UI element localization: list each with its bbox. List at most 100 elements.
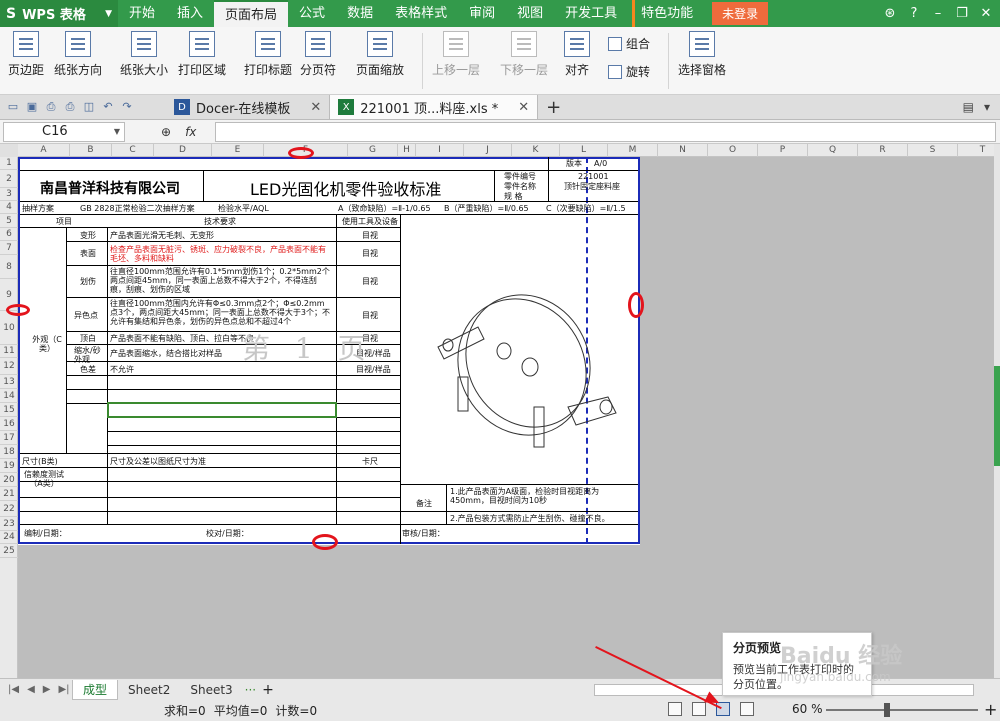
column-header[interactable]: D <box>154 144 212 157</box>
sheet-tab-sheet2[interactable]: Sheet2 <box>118 680 180 700</box>
send-backward-button[interactable]: 下移一层 <box>500 31 548 78</box>
column-header[interactable]: M <box>608 144 658 157</box>
margins-button[interactable]: 页边距 <box>8 31 44 78</box>
row-header[interactable]: 14 <box>0 389 18 403</box>
page-layout-view-icon[interactable] <box>692 702 706 716</box>
column-header[interactable]: B <box>70 144 112 157</box>
name-box[interactable]: C16 ▼ <box>3 121 125 142</box>
row-header[interactable]: 6 <box>0 228 18 241</box>
redo-icon[interactable]: ↷ <box>120 100 134 114</box>
row-header[interactable]: 15 <box>0 403 18 417</box>
menu-data[interactable]: 数据 <box>336 0 384 27</box>
column-header[interactable]: L <box>560 144 608 157</box>
column-header[interactable]: I <box>416 144 464 157</box>
row-header[interactable]: 3 <box>0 188 18 201</box>
column-header[interactable]: O <box>708 144 758 157</box>
more-sheets-icon[interactable]: ··· <box>245 683 256 697</box>
search-function-icon[interactable]: ⊕ <box>161 125 171 139</box>
column-header[interactable]: P <box>758 144 808 157</box>
column-header[interactable]: H <box>398 144 416 157</box>
menu-formula[interactable]: 公式 <box>288 0 336 27</box>
column-header[interactable]: G <box>348 144 398 157</box>
row-header[interactable]: 7 <box>0 241 18 255</box>
tab-list-icon[interactable]: ▤ <box>963 100 974 114</box>
menu-features[interactable]: 特色功能 <box>632 0 704 27</box>
row-header[interactable]: 22 <box>0 501 18 517</box>
side-panel-toggle[interactable] <box>994 366 1000 466</box>
tab-docer[interactable]: D Docer-在线模板 ✕ <box>166 95 331 119</box>
column-header[interactable]: A <box>18 144 70 157</box>
menu-insert[interactable]: 插入 <box>166 0 214 27</box>
page-zoom-button[interactable]: 页面缩放 <box>356 31 404 78</box>
column-header[interactable]: K <box>512 144 560 157</box>
group-button[interactable]: 组合 <box>608 35 650 52</box>
menu-developer[interactable]: 开发工具 <box>554 0 628 27</box>
row-header[interactable]: 25 <box>0 544 18 558</box>
fx-icon[interactable]: fx <box>185 125 196 139</box>
menu-page-layout[interactable]: 页面布局 <box>214 0 289 27</box>
new-tab-icon[interactable]: + <box>546 97 561 118</box>
row-header[interactable]: 17 <box>0 431 18 445</box>
zoom-slider[interactable] <box>826 709 978 711</box>
row-header[interactable]: 13 <box>0 375 18 389</box>
column-header[interactable]: N <box>658 144 708 157</box>
row-header[interactable]: 24 <box>0 531 18 544</box>
save-icon[interactable]: ▣ <box>25 100 39 114</box>
row-header[interactable]: 18 <box>0 445 18 459</box>
print-icon[interactable]: ⎙ <box>63 100 77 114</box>
menu-view[interactable]: 视图 <box>506 0 554 27</box>
row-header[interactable]: 10 <box>0 311 18 345</box>
row-header[interactable]: 8 <box>0 255 18 279</box>
open-icon[interactable]: ▭ <box>6 100 20 114</box>
wps-app-button[interactable]: S WPS 表格 ▼ <box>0 0 118 27</box>
column-header[interactable]: Q <box>808 144 858 157</box>
row-header[interactable]: 2 <box>0 170 18 188</box>
first-sheet-icon[interactable]: |◀ <box>8 684 19 695</box>
print-preview-icon[interactable]: ◫ <box>82 100 96 114</box>
login-button[interactable]: 未登录 <box>712 2 769 25</box>
column-header[interactable]: R <box>858 144 908 157</box>
close-tab-icon[interactable]: ✕ <box>518 100 529 115</box>
restore-icon[interactable]: ❐ <box>954 6 970 21</box>
column-header[interactable]: S <box>908 144 958 157</box>
row-header[interactable]: 21 <box>0 487 18 501</box>
row-header[interactable]: 16 <box>0 417 18 431</box>
sheet-tab-molding[interactable]: 成型 <box>72 679 119 700</box>
column-header[interactable]: E <box>212 144 264 157</box>
page-break-button[interactable]: 分页符 <box>300 31 336 78</box>
close-tab-icon[interactable]: ✕ <box>310 100 321 115</box>
prev-sheet-icon[interactable]: ◀ <box>27 684 35 695</box>
help-icon[interactable]: ? <box>906 6 922 21</box>
row-header[interactable]: 12 <box>0 358 18 375</box>
tab-workbook[interactable]: X 221001 顶...料座.xls * ✕ <box>330 95 539 119</box>
selection-pane-button[interactable]: 选择窗格 <box>678 31 726 78</box>
shirt-icon[interactable]: ⊛ <box>882 6 898 21</box>
minimize-icon[interactable]: – <box>930 6 946 21</box>
next-sheet-icon[interactable]: ▶ <box>43 684 51 695</box>
row-header[interactable]: 19 <box>0 459 18 473</box>
column-header[interactable]: J <box>464 144 512 157</box>
paper-size-button[interactable]: 纸张大小 <box>120 31 168 78</box>
row-header[interactable]: 20 <box>0 473 18 487</box>
last-sheet-icon[interactable]: ▶| <box>58 684 69 695</box>
orientation-button[interactable]: 纸张方向 <box>54 31 102 78</box>
row-header[interactable]: 1 <box>0 157 18 170</box>
export-pdf-icon[interactable]: ⎙ <box>44 100 58 114</box>
row-header[interactable]: 4 <box>0 201 18 214</box>
selected-cell-c16[interactable] <box>107 402 337 418</box>
menu-home[interactable]: 开始 <box>118 0 166 27</box>
zoom-in-icon[interactable]: + <box>984 700 997 719</box>
full-screen-icon[interactable] <box>740 702 754 716</box>
align-button[interactable]: 对齐 <box>564 31 590 78</box>
sheet-grid[interactable]: ABCDEFGHIJKLMNOPQRSTU 123456789101112131… <box>0 144 994 678</box>
menu-table-style[interactable]: 表格样式 <box>384 0 458 27</box>
tab-menu-icon[interactable]: ▾ <box>984 100 990 114</box>
column-header[interactable]: T <box>958 144 994 157</box>
row-header[interactable]: 23 <box>0 517 18 531</box>
column-header[interactable]: C <box>112 144 154 157</box>
normal-view-icon[interactable] <box>668 702 682 716</box>
zoom-slider-thumb[interactable] <box>884 703 890 717</box>
sheet-tab-sheet3[interactable]: Sheet3 <box>180 680 242 700</box>
chevron-down-icon[interactable]: ▼ <box>114 123 120 141</box>
rotate-button[interactable]: 旋转 <box>608 63 650 80</box>
